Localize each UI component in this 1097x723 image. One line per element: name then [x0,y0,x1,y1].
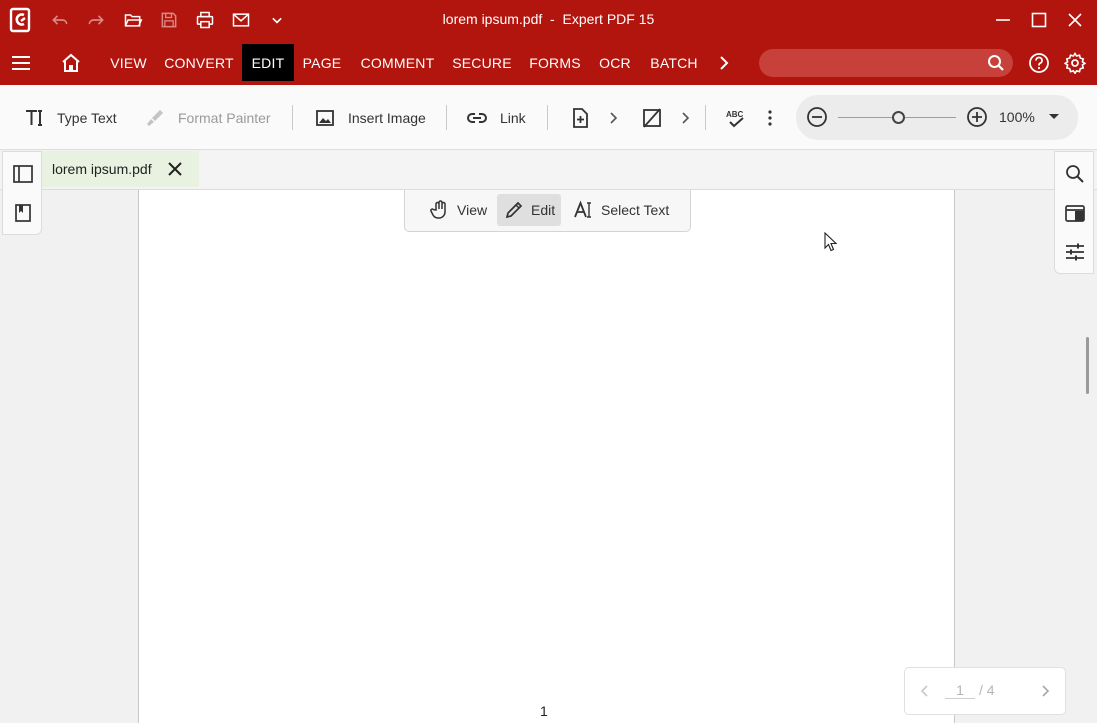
add-page-icon [573,107,588,128]
format-painter-icon [147,109,163,126]
right-sidebar-rail [1054,151,1094,274]
select-text-mode-button[interactable]: Select Text [569,194,673,226]
zoom-out-icon[interactable] [806,106,828,128]
properties-panel-icon[interactable] [1064,202,1086,224]
edit-mode-label: Edit [531,202,556,218]
search-input[interactable] [759,49,1013,77]
spell-check-icon: ABC [726,110,744,127]
page-number-label: 1 [540,703,548,719]
menu-edit[interactable]: EDIT [242,44,294,81]
pdf-page[interactable] [138,190,955,723]
type-text-icon [26,109,42,126]
menu-bar: VIEW CONVERT EDIT PAGE COMMENT SECURE FO… [0,40,1097,85]
toolbar-divider [292,105,293,130]
link-icon [467,112,487,123]
title-bar: lorem ipsum.pdf - Expert PDF 15 [0,0,1097,40]
add-page-more-chevron-icon[interactable] [607,85,621,150]
minimize-icon [996,19,1010,21]
vertical-scrollbar[interactable] [1086,337,1089,394]
menu-secure[interactable]: SECURE [449,44,515,81]
hamburger-menu-icon[interactable] [6,44,36,81]
zoom-control: 100% [796,95,1078,140]
print-icon[interactable] [193,8,217,32]
menu-batch[interactable]: BATCH [645,44,703,81]
image-icon [316,109,334,126]
close-window-button[interactable] [1057,6,1093,34]
svg-text:ABC: ABC [726,110,744,119]
zoom-level[interactable]: 100% [999,109,1035,125]
select-text-label: Select Text [601,202,670,218]
insert-image-label: Insert Image [348,109,426,126]
redact-more-chevron-icon[interactable] [679,85,693,150]
menu-page[interactable]: PAGE [298,44,346,81]
maximize-icon [1031,12,1047,28]
link-label: Link [500,109,526,126]
minimize-button[interactable] [985,6,1021,34]
thumbnails-panel-icon[interactable] [12,163,34,185]
bookmarks-panel-icon[interactable] [12,202,34,224]
menu-scroll-right-icon[interactable] [712,44,736,81]
toolbar-divider [705,105,706,130]
document-tab[interactable]: lorem ipsum.pdf [42,151,199,187]
settings-gear-icon[interactable] [1063,44,1087,81]
next-page-icon[interactable] [1037,683,1053,699]
select-text-icon [574,200,591,218]
zoom-slider-handle[interactable] [892,111,905,124]
zoom-dropdown-chevron-icon[interactable] [1046,108,1062,124]
menu-comment[interactable]: COMMENT [356,44,439,81]
mouse-cursor-icon [824,232,838,252]
type-text-button[interactable]: Type Text [23,85,117,150]
menu-ocr[interactable]: OCR [595,44,635,81]
document-tab-name: lorem ipsum.pdf [52,161,152,177]
format-painter-label: Format Painter [178,109,271,126]
help-icon[interactable] [1027,44,1051,81]
app-logo-icon[interactable] [9,7,31,33]
zoom-in-icon[interactable] [966,106,988,128]
pencil-icon [505,201,523,219]
edit-toolbar: Type Text Format Painter Insert Image Li… [0,85,1097,150]
undo-icon[interactable] [48,8,72,32]
redo-icon[interactable] [84,8,108,32]
left-sidebar-rail [2,151,42,235]
close-tab-icon[interactable] [166,160,184,178]
email-icon[interactable] [229,8,253,32]
redact-icon [643,107,661,128]
adjustments-sliders-icon[interactable] [1064,241,1086,263]
vertical-dots-icon [768,109,772,126]
total-pages-label: / 4 [979,682,995,698]
current-page-input[interactable]: 1 [945,682,975,699]
mode-switcher: View Edit Select Text [404,190,691,232]
maximize-button[interactable] [1021,6,1057,34]
toolbar-divider [547,105,548,130]
edit-mode-button[interactable]: Edit [497,194,561,226]
spell-check-button[interactable]: ABC [725,85,747,150]
customize-chevron-down-icon[interactable] [265,8,289,32]
toolbar-divider [446,105,447,130]
view-mode-label: View [457,202,488,218]
page-navigator: 1 / 4 [904,667,1066,715]
open-folder-icon[interactable] [121,8,145,32]
insert-image-button[interactable]: Insert Image [314,85,426,150]
home-icon[interactable] [56,44,86,81]
close-icon [1068,13,1082,27]
add-page-button[interactable] [569,85,591,150]
type-text-label: Type Text [57,109,117,126]
save-icon[interactable] [157,8,181,32]
hand-icon [430,200,446,219]
format-painter-button[interactable]: Format Painter [144,85,271,150]
more-options-icon[interactable] [759,85,781,150]
link-button[interactable]: Link [466,85,526,150]
view-mode-button[interactable]: View [425,194,491,226]
redact-button[interactable] [641,85,663,150]
menu-view[interactable]: VIEW [104,44,153,81]
previous-page-icon[interactable] [917,683,933,699]
find-icon[interactable] [1064,163,1086,185]
search-icon [988,55,1004,71]
window-title: lorem ipsum.pdf - Expert PDF 15 [442,11,655,27]
menu-forms[interactable]: FORMS [525,44,585,81]
menu-convert[interactable]: CONVERT [160,44,238,81]
